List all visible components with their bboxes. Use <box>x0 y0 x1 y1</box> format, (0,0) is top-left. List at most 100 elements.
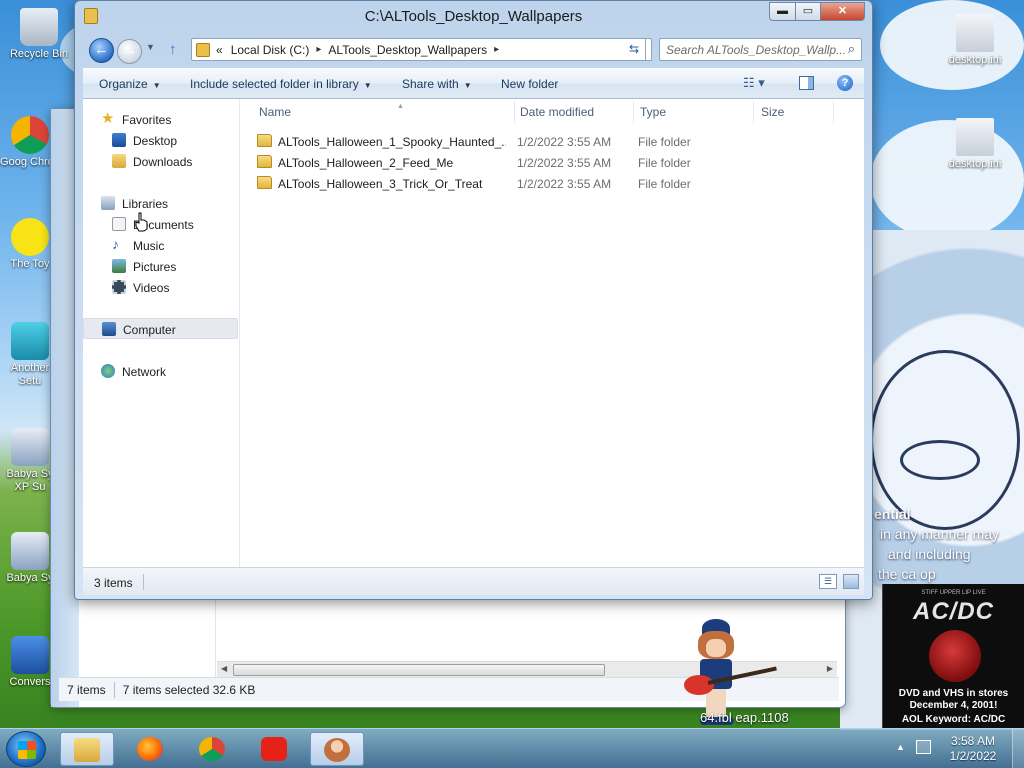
star-icon: ★ <box>101 110 115 127</box>
close-button[interactable]: ✕ <box>820 2 865 21</box>
scroll-thumb[interactable] <box>233 664 605 676</box>
share-with-button[interactable]: Share with ▼ <box>402 77 472 91</box>
desktop-icon-recycle-bin[interactable]: Recycle Bin <box>2 8 76 61</box>
settings-file-icon <box>956 118 994 156</box>
start-button[interactable] <box>6 731 46 767</box>
pictures-icon <box>112 259 126 273</box>
preview-pane-icon[interactable] <box>799 76 814 90</box>
folder-icon <box>257 155 272 168</box>
nav-item-pictures[interactable]: Pictures <box>83 256 238 277</box>
navigation-row: ← → ▼ ↑ « Local Disk (C:) ▸ ALTools_Desk… <box>75 34 872 66</box>
hand-cursor-icon <box>135 212 148 232</box>
refresh-button[interactable]: ⇆ <box>623 38 646 61</box>
nav-item-downloads[interactable]: Downloads <box>83 151 238 172</box>
item-count: 3 items <box>94 576 133 590</box>
folder-icon <box>74 738 100 762</box>
column-header-date[interactable]: Date modified <box>520 105 594 119</box>
up-folder-icon[interactable]: ↑ <box>169 41 177 58</box>
devil-icon <box>929 630 981 682</box>
include-in-library-button[interactable]: Include selected folder in library ▼ <box>190 77 372 91</box>
nav-item-computer[interactable]: Computer <box>83 318 238 339</box>
application-icon <box>11 532 49 570</box>
sort-up-icon: ▲ <box>397 103 404 110</box>
firefox-icon <box>137 737 163 761</box>
column-header-type[interactable]: Type <box>640 105 666 119</box>
table-row[interactable]: ALTools_Halloween_3_Trick_Or_Treat 1/2/2… <box>257 173 691 194</box>
taskbar-character-app[interactable] <box>310 732 364 766</box>
folder-icon <box>196 42 210 57</box>
settings-file-icon <box>956 14 994 52</box>
table-row[interactable]: ALTools_Halloween_1_Spooky_Haunted_... 1… <box>257 131 691 152</box>
minimize-button[interactable]: ▬ <box>769 2 796 21</box>
chrome-icon <box>11 116 49 154</box>
desktop-icon <box>112 133 126 147</box>
recent-pages-dropdown[interactable]: ▼ <box>146 42 155 52</box>
navigation-pane: ★ Favorites Desktop Downloads Libraries … <box>83 99 240 567</box>
chevron-right-icon[interactable]: ▸ <box>316 44 321 55</box>
taskbar-youtube[interactable] <box>248 732 302 766</box>
maximize-button[interactable]: ▭ <box>795 2 821 21</box>
command-bar: Organize ▼ Include selected folder in lib… <box>83 68 864 99</box>
taskbar-firefox[interactable] <box>124 732 178 766</box>
scroll-left-icon[interactable]: ◀ <box>221 664 227 673</box>
help-icon[interactable]: ? <box>837 75 853 91</box>
search-input[interactable]: Search ALTools_Desktop_Wallp... ⌕ <box>659 38 862 61</box>
status-bar: 3 items ☰ <box>83 567 864 595</box>
background-filename: 64.fbl eap.1108 <box>700 710 789 725</box>
youtube-icon <box>261 737 287 761</box>
forward-button[interactable]: → <box>117 39 142 64</box>
background-text: in any manner may <box>880 526 1000 542</box>
show-desktop-button[interactable] <box>1012 729 1024 768</box>
explorer-window[interactable]: C:\ALTools_Desktop_Wallpapers ▬ ▭ ✕ ← → … <box>74 0 873 600</box>
large-icons-view-icon[interactable] <box>843 574 859 589</box>
address-segment-drive[interactable]: Local Disk (C:) <box>231 43 310 57</box>
address-bar[interactable]: « Local Disk (C:) ▸ ALTools_Desktop_Wall… <box>191 38 652 61</box>
back-button[interactable]: ← <box>89 38 114 63</box>
search-icon[interactable]: ⌕ <box>848 41 855 57</box>
clock[interactable]: 3:58 AM 1/2/2022 <box>944 734 1002 764</box>
converter-icon <box>11 636 49 674</box>
nav-item-videos[interactable]: Videos <box>83 277 238 298</box>
taskbar: ▲ 3:58 AM 1/2/2022 <box>0 728 1024 768</box>
desktop-icon-desktop-ini-2[interactable]: desktop.ini <box>938 118 1012 171</box>
computer-icon <box>102 322 116 336</box>
column-header-size[interactable]: Size <box>761 105 784 119</box>
recycle-bin-icon <box>20 8 58 46</box>
network-icon <box>101 364 115 378</box>
libraries-icon <box>101 196 115 210</box>
taskbar-explorer[interactable] <box>60 732 114 766</box>
acdc-logo: AC/DC <box>913 598 994 625</box>
character-icon <box>324 738 350 762</box>
chevron-right-icon[interactable]: ▸ <box>494 44 499 55</box>
desktop-icon-desktop-ini-1[interactable]: desktop.ini <box>938 14 1012 67</box>
nav-item-favorites[interactable]: ★ Favorites <box>83 109 238 130</box>
window-body: ★ Favorites Desktop Downloads Libraries … <box>83 99 864 567</box>
address-segment-folder[interactable]: ALTools_Desktop_Wallpapers <box>328 43 487 57</box>
nav-item-documents[interactable]: Documents <box>83 214 238 235</box>
folder-icon <box>257 176 272 189</box>
smiley-icon <box>11 218 49 256</box>
background-text: the ca op <box>878 566 936 582</box>
acdc-promo[interactable]: STIFF UPPER LIP LIVE AC/DC DVD and VHS i… <box>882 584 1024 728</box>
setup-icon <box>11 322 49 360</box>
details-view-icon[interactable]: ☰ <box>819 574 837 589</box>
background-text: and including <box>888 546 971 562</box>
nav-item-music[interactable]: ♪ Music <box>83 235 238 256</box>
title-bar[interactable]: C:\ALTools_Desktop_Wallpapers ▬ ▭ ✕ <box>75 1 872 33</box>
videos-icon <box>112 280 126 294</box>
network-tray-icon[interactable] <box>916 740 931 754</box>
organize-button[interactable]: Organize ▼ <box>99 77 161 91</box>
column-header-name[interactable]: Name ▲ <box>259 103 404 119</box>
change-view-icon[interactable]: ☷ ▾ <box>743 75 765 91</box>
address-overflow[interactable]: « <box>216 43 223 57</box>
nav-item-libraries[interactable]: Libraries <box>83 193 238 214</box>
windows-logo-icon <box>18 741 36 759</box>
new-folder-button[interactable]: New folder <box>501 77 558 91</box>
scroll-right-icon[interactable]: ▶ <box>827 664 833 673</box>
taskbar-chrome[interactable] <box>186 732 240 766</box>
table-row[interactable]: ALTools_Halloween_2_Feed_Me 1/2/2022 3:5… <box>257 152 691 173</box>
nav-item-network[interactable]: Network <box>83 361 238 382</box>
nav-item-desktop[interactable]: Desktop <box>83 130 238 151</box>
folder-icon <box>257 134 272 147</box>
show-hidden-icons[interactable]: ▲ <box>896 742 905 752</box>
